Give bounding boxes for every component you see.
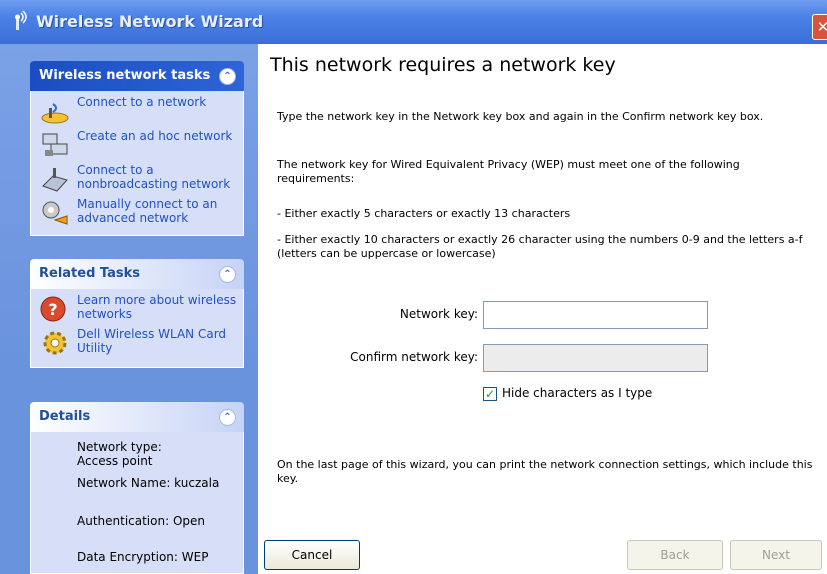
details-body: Network type: Access point Network Name:… — [30, 432, 244, 574]
wireless-antenna-icon — [15, 10, 27, 30]
network-key-label: Network key: — [399, 307, 478, 321]
network-tasks-title: Wireless network tasks — [39, 68, 211, 83]
task-label: Learn more about wireless networks — [77, 293, 237, 321]
ad-hoc-network-icon — [42, 133, 68, 156]
back-button[interactable]: Back — [627, 540, 723, 570]
task-pane: Wireless network tasks ⌃ Connect to a ne… — [0, 44, 258, 574]
details-panel: Details ⌃ Network type: Access point Net… — [30, 402, 244, 574]
gear-icon — [43, 331, 67, 355]
network-tasks-body: Connect to a network Create an ad hoc ne… — [30, 91, 244, 236]
details-title: Details — [39, 409, 91, 424]
intro-text: Type the network key in the Network key … — [277, 110, 764, 123]
detail-data-encryption: Data Encryption: WEP — [77, 550, 209, 564]
hide-characters-checkbox[interactable]: ✓ — [483, 387, 497, 401]
footer-note: On the last page of this wizard, you can… — [277, 458, 813, 485]
advanced-network-icon — [42, 201, 68, 225]
next-button[interactable]: Next — [730, 540, 822, 570]
related-tasks-panel: Related Tasks ⌃ ? Learn more about wirel… — [30, 259, 244, 368]
task-learn-wireless[interactable]: ? Learn more about wireless networks — [31, 292, 243, 326]
help-icon: ? — [40, 296, 66, 322]
detail-authentication: Authentication: Open — [77, 514, 205, 528]
cancel-button[interactable]: Cancel — [264, 540, 360, 570]
task-dell-wlan-utility[interactable]: Dell Wireless WLAN Card Utility — [31, 326, 243, 360]
related-tasks-title: Related Tasks — [39, 266, 141, 281]
task-connect-nonbroadcasting[interactable]: Connect to a nonbroadcasting network — [31, 162, 243, 196]
detail-network-name: Network Name: kuczala — [77, 476, 220, 490]
window-title: Wireless Network Wizard — [36, 12, 264, 31]
task-label: Manually connect to an advanced network — [77, 197, 218, 225]
confirm-key-label: Confirm network key: — [350, 350, 478, 364]
task-connect-to-network[interactable]: Connect to a network — [31, 94, 243, 128]
task-manual-advanced[interactable]: Manually connect to an advanced network — [31, 196, 243, 230]
related-tasks-body: ? Learn more about wireless networks Del… — [30, 289, 244, 368]
related-tasks-header[interactable]: Related Tasks ⌃ — [30, 259, 244, 289]
title-bar: Wireless Network Wizard ✕ — [0, 0, 827, 44]
network-tasks-panel: Wireless network tasks ⌃ Connect to a ne… — [30, 61, 244, 236]
collapse-related-tasks-icon[interactable]: ⌃ — [219, 266, 236, 283]
close-button[interactable]: ✕ — [812, 14, 827, 40]
confirm-key-input[interactable] — [483, 344, 708, 372]
svg-text:?: ? — [48, 300, 57, 319]
close-icon: ✕ — [816, 18, 827, 36]
rule-length-text: - Either exactly 5 characters or exactly… — [277, 207, 571, 220]
collapse-network-tasks-icon[interactable]: ⌃ — [219, 68, 236, 85]
task-label: Create an ad hoc network — [77, 129, 233, 143]
task-label: Connect to a network — [77, 95, 207, 109]
network-key-input[interactable] — [483, 301, 708, 329]
network-connect-icon — [41, 103, 69, 124]
rule-hex-text: - Either exactly 10 characters or exactl… — [277, 233, 803, 260]
nonbroadcast-network-icon — [42, 168, 68, 192]
details-header[interactable]: Details ⌃ — [30, 402, 244, 432]
network-tasks-header[interactable]: Wireless network tasks ⌃ — [30, 61, 244, 91]
task-label: Connect to a nonbroadcasting network — [77, 163, 231, 191]
page-title: This network requires a network key — [270, 54, 616, 76]
collapse-details-icon[interactable]: ⌃ — [219, 409, 236, 426]
detail-network-type: Network type: Access point — [77, 440, 162, 468]
task-label: Dell Wireless WLAN Card Utility — [77, 327, 227, 355]
checkmark-icon: ✓ — [484, 387, 496, 401]
hide-characters-label: Hide characters as I type — [502, 386, 653, 400]
task-create-ad-hoc[interactable]: Create an ad hoc network — [31, 128, 243, 162]
wep-requirement-text: The network key for Wired Equivalent Pri… — [277, 158, 740, 185]
